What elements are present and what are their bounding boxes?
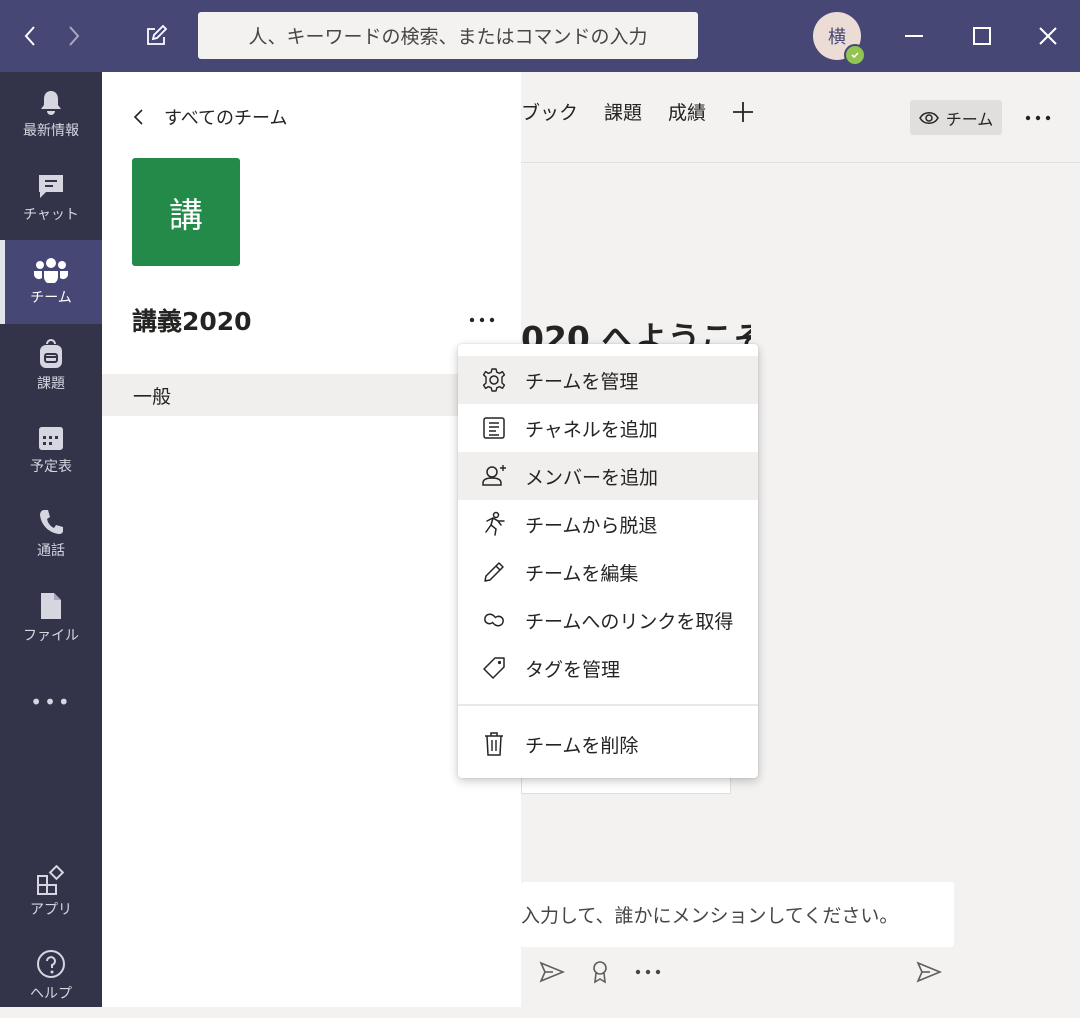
menu-item-leave-team[interactable]: チームから脱退 xyxy=(458,500,758,548)
menu-item-label: チャネルを追加 xyxy=(525,418,658,441)
menu-item-label: チームから脱退 xyxy=(525,514,658,537)
more-horizontal-icon xyxy=(469,317,495,323)
rail-item-label: 予定表 xyxy=(30,459,72,475)
rail-item-teams[interactable]: チーム xyxy=(0,240,102,324)
add-member-icon xyxy=(479,461,509,491)
teams-icon xyxy=(34,258,68,283)
team-name: 講義2020 xyxy=(132,307,252,336)
minimize-icon[interactable] xyxy=(898,0,930,72)
close-icon[interactable] xyxy=(1032,0,1064,72)
rail-item-help[interactable]: ヘルプ xyxy=(0,934,102,1018)
rail-item-assignments[interactable]: 課題 xyxy=(0,324,102,408)
menu-item-delete-team[interactable]: チームを削除 xyxy=(458,720,758,768)
menu-item-label: チームを削除 xyxy=(525,734,639,757)
help-icon xyxy=(37,950,65,978)
rail-item-calendar[interactable]: 予定表 xyxy=(0,408,102,492)
search-input[interactable]: 人、キーワードの検索、またはコマンドの入力 xyxy=(198,12,698,59)
compose-icon[interactable] xyxy=(140,0,172,72)
badge-icon[interactable] xyxy=(588,957,612,987)
menu-item-edit-team[interactable]: チームを編集 xyxy=(458,548,758,596)
rail-item-label: 最新情報 xyxy=(23,123,79,139)
menu-item-label: チームを編集 xyxy=(525,562,639,585)
rail-item-activity[interactable]: 最新情報 xyxy=(0,72,102,156)
rail-item-label: 課題 xyxy=(37,376,65,392)
eye-icon xyxy=(918,111,939,124)
compose-more-icon[interactable] xyxy=(634,957,662,987)
all-teams-back-link[interactable]: すべてのチーム xyxy=(132,104,287,130)
forward-arrow-icon[interactable] xyxy=(58,0,90,72)
title-bar: 人、キーワードの検索、またはコマンドの入力 横 xyxy=(0,0,1080,72)
menu-item-label: チームを管理 xyxy=(525,370,639,393)
team-view-button[interactable]: チーム xyxy=(910,100,1002,135)
menu-item-label: タグを管理 xyxy=(525,658,621,681)
menu-item-label: メンバーを追加 xyxy=(525,466,659,489)
file-icon xyxy=(41,593,61,619)
tab-bar: ブック 課題 成績 xyxy=(521,98,754,125)
leave-icon xyxy=(479,509,509,539)
add-channel-icon xyxy=(479,413,509,443)
back-arrow-icon[interactable] xyxy=(14,0,46,72)
calendar-icon xyxy=(39,427,63,450)
rail-item-label: チャット xyxy=(23,207,79,223)
menu-item-add-member[interactable]: メンバーを追加 xyxy=(458,452,758,500)
app-rail: 最新情報 チャット チーム 課題 予定表 通話 ファイル ••• アプリ ヘルプ xyxy=(0,72,102,1007)
compose-placeholder: 入力して、誰かにメンションしてください。 xyxy=(521,905,899,927)
rail-item-label: チーム xyxy=(30,290,72,306)
rail-more-button[interactable]: ••• xyxy=(0,660,102,744)
compose-box[interactable]: 入力して、誰かにメンションしてください。 xyxy=(521,882,954,947)
add-tab-icon[interactable] xyxy=(732,101,754,123)
rail-item-chat[interactable]: チャット xyxy=(0,156,102,240)
menu-separator xyxy=(458,704,758,706)
pencil-icon xyxy=(479,557,509,587)
menu-item-manage-tags[interactable]: タグを管理 xyxy=(458,644,758,692)
maximize-icon[interactable] xyxy=(966,0,998,72)
rail-item-calls[interactable]: 通話 xyxy=(0,492,102,576)
gear-icon xyxy=(479,365,509,395)
team-context-menu: チームを管理 チャネルを追加 メンバーを追加 チームから脱退 チームを編集 チー… xyxy=(458,344,758,778)
rail-item-files[interactable]: ファイル xyxy=(0,576,102,660)
more-icon: ••• xyxy=(30,690,72,714)
send-icon[interactable] xyxy=(914,957,944,987)
tab-notebook[interactable]: ブック xyxy=(521,98,578,125)
menu-item-label: チームへのリンクを取得 xyxy=(525,610,734,633)
chevron-left-icon xyxy=(133,109,143,125)
menu-item-get-link[interactable]: チームへのリンクを取得 xyxy=(458,596,758,644)
praise-send-icon[interactable] xyxy=(538,957,566,987)
rail-item-label: アプリ xyxy=(30,902,72,918)
menu-item-add-channel[interactable]: チャネルを追加 xyxy=(458,404,758,452)
menu-item-manage-team[interactable]: チームを管理 xyxy=(458,356,758,404)
tab-grades[interactable]: 成績 xyxy=(668,98,706,125)
chat-icon xyxy=(39,175,63,198)
header-divider xyxy=(521,162,1080,163)
team-more-options-button[interactable] xyxy=(466,304,498,336)
rail-item-label: ファイル xyxy=(23,628,79,644)
bell-icon xyxy=(41,91,61,115)
more-horizontal-icon xyxy=(1025,115,1051,120)
link-icon xyxy=(479,605,509,635)
backpack-icon xyxy=(40,339,62,368)
header-more-button[interactable] xyxy=(1022,100,1054,135)
tab-assignments[interactable]: 課題 xyxy=(604,98,642,125)
team-tile: 講 xyxy=(132,158,240,266)
rail-item-label: ヘルプ xyxy=(30,986,72,1002)
apps-icon xyxy=(37,865,65,895)
tag-icon xyxy=(479,653,509,683)
presence-available-icon xyxy=(844,44,866,66)
rail-item-apps[interactable]: アプリ xyxy=(0,850,102,934)
trash-icon xyxy=(479,729,509,759)
rail-item-label: 通話 xyxy=(37,543,65,559)
phone-icon xyxy=(40,510,63,534)
all-teams-label: すべてのチーム xyxy=(164,108,288,129)
team-view-label: チーム xyxy=(945,109,994,129)
